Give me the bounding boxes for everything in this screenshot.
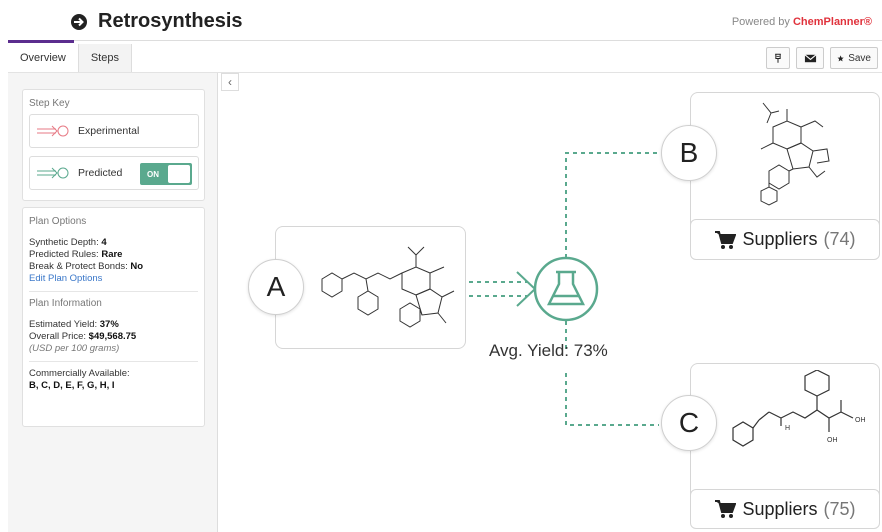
price-note: (USD per 100 grams) <box>29 343 120 354</box>
node-a-label[interactable]: A <box>248 259 304 315</box>
tab-bar: Overview Steps <box>8 44 132 72</box>
edit-plan-options-link[interactable]: Edit Plan Options <box>29 273 204 285</box>
info-divider <box>29 361 198 362</box>
suppliers-c-button[interactable]: Suppliers (75) <box>690 489 880 529</box>
connector-b <box>565 152 659 258</box>
reaction-arrow <box>469 281 527 297</box>
node-b-label[interactable]: B <box>661 125 717 181</box>
step-key-title: Step Key <box>29 98 70 109</box>
connector-c <box>565 321 659 426</box>
synthetic-depth: Synthetic Depth: 4 <box>29 237 107 248</box>
powered-by: Powered by ChemPlanner® <box>731 16 872 28</box>
mail-icon <box>804 53 816 62</box>
suppliers-b-button[interactable]: Suppliers (74) <box>690 219 880 260</box>
tab-overview[interactable]: Overview <box>8 44 79 72</box>
break-protect-bonds: Break & Protect Bonds: No <box>29 261 144 272</box>
save-button[interactable]: Save <box>830 47 878 69</box>
header-divider <box>8 40 882 41</box>
experimental-label: Experimental <box>78 125 140 137</box>
chemplanner-brand[interactable]: ChemPlanner® <box>793 16 872 28</box>
experimental-arrow-icon <box>37 125 69 137</box>
page-title: Retrosynthesis <box>98 10 243 32</box>
commercial-label: Commercially Available: <box>29 368 130 379</box>
synthesis-canvas: A B Suppliers (74) H OH OH C Suppliers (… <box>219 73 882 532</box>
commercial-value: B, C, D, E, F, G, H, I <box>29 380 115 391</box>
tab-steps[interactable]: Steps <box>78 44 132 72</box>
predicted-label: Predicted <box>78 167 123 179</box>
estimated-yield: Estimated Yield: 37% <box>29 319 119 330</box>
reaction-arrowhead <box>516 271 537 307</box>
cart-icon <box>715 500 737 518</box>
suppliers-c-count: (75) <box>823 498 856 519</box>
retrosynthesis-logo-icon <box>71 13 87 30</box>
email-button[interactable] <box>796 47 824 69</box>
app-title: Retrosynthesis <box>70 10 243 33</box>
left-sidebar: Step Key Experimental Predicted ON Plan … <box>8 73 218 532</box>
toggle-on-label: ON <box>147 169 159 179</box>
step-key-panel: Step Key Experimental Predicted ON <box>22 89 205 201</box>
suppliers-c-label: Suppliers <box>742 498 818 519</box>
toolbar: Save <box>766 47 878 69</box>
molecule-a-structure <box>321 246 455 328</box>
overall-price: Overall Price: $49,568.75 <box>29 331 137 342</box>
svg-text:OH: OH <box>855 417 866 424</box>
toggle-knob <box>168 165 190 183</box>
molecule-b-structure <box>760 102 830 206</box>
suppliers-b-count: (74) <box>823 229 856 249</box>
pin-button[interactable] <box>766 47 790 69</box>
experimental-key[interactable]: Experimental <box>29 114 199 148</box>
plan-divider <box>29 291 198 292</box>
node-c-label[interactable]: C <box>661 395 717 451</box>
predicted-toggle[interactable]: ON <box>140 163 192 185</box>
svg-text:OH: OH <box>827 437 838 444</box>
retrosynthesis-app: Retrosynthesis Powered by ChemPlanner® O… <box>0 0 882 532</box>
star-icon <box>837 54 844 61</box>
cart-icon <box>715 230 737 249</box>
svg-text:H: H <box>785 425 790 432</box>
plan-options-title: Plan Options <box>29 216 87 227</box>
pin-icon <box>775 53 781 63</box>
predicted-rules: Predicted Rules: Rare <box>29 249 123 260</box>
molecule-c-structure: H OH OH <box>732 370 866 447</box>
suppliers-b-label: Suppliers <box>742 229 818 249</box>
predicted-arrow-icon <box>37 167 69 179</box>
avg-yield-label: Avg. Yield: 73% <box>489 341 608 360</box>
reaction-flask-circle[interactable] <box>533 256 599 322</box>
plan-panel: Plan Options Synthetic Depth: 4 Predicte… <box>22 207 205 427</box>
plan-information-title: Plan Information <box>29 298 102 309</box>
active-tab-indicator <box>8 40 74 43</box>
predicted-key: Predicted ON <box>29 156 199 190</box>
